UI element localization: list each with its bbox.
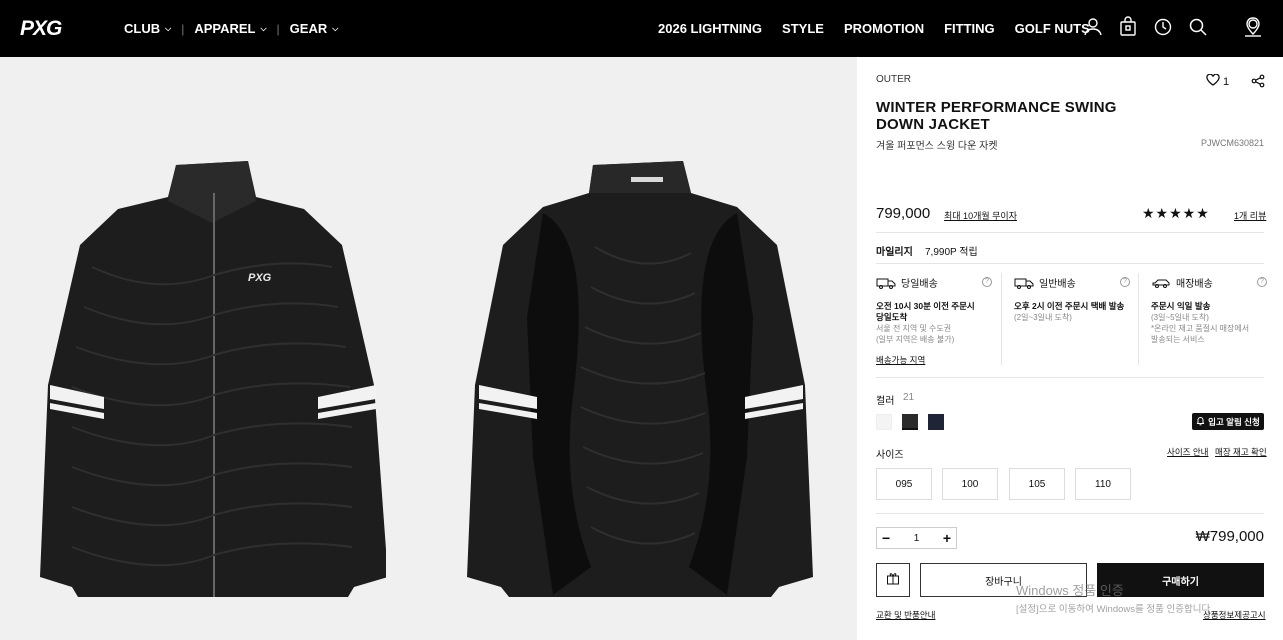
size-label: 사이즈	[876, 450, 904, 461]
nav-2026-lightning[interactable]: 2026 LIGHTNING	[658, 21, 762, 36]
color-count: 21	[903, 392, 915, 403]
shipping-condition: 오전 10시 30분 이전 주문시 당일도착	[876, 301, 975, 322]
truck-icon	[1014, 277, 1034, 289]
nav-promotion[interactable]: PROMOTION	[844, 21, 924, 36]
shipping-title: 일반배송	[1039, 279, 1076, 290]
shipping-note: (2일~3일내 도착)	[1014, 313, 1072, 322]
chevron-down-icon: ⌵	[165, 24, 172, 33]
size-option[interactable]: 095	[876, 468, 932, 500]
nav-divider: |	[181, 21, 185, 36]
color-label: 컬러	[876, 396, 895, 407]
color-swatch-white[interactable]	[876, 414, 892, 430]
color-swatch-black[interactable]	[902, 414, 918, 430]
shipping-note: (3일~5일내 도착) *온라인 재고 품절시 매장에서 발송되는 서비스	[1151, 313, 1250, 344]
nav-divider: |	[276, 21, 280, 36]
nav-club[interactable]: CLUB ⌵	[124, 21, 171, 36]
installment-link[interactable]: 최대 10개월 무이자	[944, 209, 1017, 222]
nav-apparel-label: APPAREL	[194, 21, 256, 36]
add-to-cart-button[interactable]: 장바구니	[920, 563, 1087, 597]
user-icon[interactable]	[1083, 16, 1103, 38]
shipping-title: 매장배송	[1176, 279, 1213, 290]
quantity-value[interactable]: 1	[914, 533, 920, 544]
shipping-note: 서울 전 지역 및 수도권 (일부 지역은 배송 불가)	[876, 324, 955, 344]
like-count: 1	[1223, 75, 1230, 88]
quantity-stepper: − 1 +	[876, 527, 957, 549]
nav-golf-nuts[interactable]: GOLF NUTS	[1015, 21, 1090, 36]
shipping-title: 당일배송	[901, 279, 938, 290]
size-option[interactable]: 105	[1009, 468, 1065, 500]
mileage-value: 7,990P 적립	[925, 247, 978, 258]
divider	[1001, 273, 1002, 365]
shipping-option-store: 매장배송 ? 주문시 익일 발송 (3일~5일내 도착) *온라인 재고 품절시…	[1151, 275, 1281, 367]
product-gallery: PXG	[0, 57, 857, 640]
search-icon[interactable]	[1188, 16, 1208, 38]
help-icon[interactable]: ?	[1120, 277, 1130, 287]
divider	[876, 232, 1264, 233]
bag-icon[interactable]	[1118, 16, 1138, 38]
color-swatch-navy[interactable]	[928, 414, 944, 430]
like-button[interactable]: 1	[1206, 73, 1230, 89]
help-icon[interactable]: ?	[1257, 277, 1267, 287]
buy-now-button[interactable]: 구매하기	[1097, 563, 1264, 597]
product-price: 799,000	[876, 205, 931, 222]
product-info-panel: OUTER 1 WINTER PERFORMANCE SWING DOWN JA…	[857, 57, 1283, 640]
store-locator-icon[interactable]	[1243, 16, 1263, 38]
mileage-label: 마일리지	[876, 247, 913, 258]
primary-nav: CLUB ⌵ | APPAREL ⌵ | GEAR ⌵	[124, 21, 338, 36]
svg-text:PXG: PXG	[248, 272, 272, 284]
divider	[876, 377, 1264, 378]
rating-stars: ★★★★★	[1142, 205, 1210, 221]
restock-label: 입고 알림 신청	[1208, 416, 1260, 427]
heart-icon	[1206, 73, 1220, 89]
truck-icon	[876, 277, 896, 289]
bell-icon	[1196, 416, 1205, 428]
nav-fitting[interactable]: FITTING	[944, 21, 995, 36]
history-icon[interactable]	[1153, 16, 1173, 38]
chevron-down-icon: ⌵	[260, 24, 267, 33]
restock-alert-button[interactable]: 입고 알림 신청	[1192, 413, 1264, 430]
size-option[interactable]: 100	[942, 468, 998, 500]
store-stock-link[interactable]: 매장 재고 확인	[1215, 446, 1267, 458]
gift-icon	[886, 571, 900, 590]
nav-style[interactable]: STYLE	[782, 21, 824, 36]
exchange-return-link[interactable]: 교환 및 반품안내	[876, 609, 935, 621]
plus-button[interactable]: +	[943, 530, 951, 546]
svg-text:PXG: PXG	[20, 17, 62, 40]
product-code: PJWCM630821	[1200, 138, 1264, 148]
gift-button[interactable]	[876, 563, 910, 597]
divider	[876, 513, 1264, 514]
shipping-condition: 오후 2시 이전 주문시 택배 발송	[1014, 301, 1125, 311]
secondary-nav: 2026 LIGHTNING STYLE PROMOTION FITTING G…	[658, 21, 1090, 36]
nav-gear-label: GEAR	[289, 21, 328, 36]
size-option[interactable]: 110	[1075, 468, 1131, 500]
review-count-link[interactable]: 1개 리뷰	[1234, 209, 1266, 222]
share-icon[interactable]	[1251, 74, 1265, 88]
jacket-back-image[interactable]	[465, 157, 815, 600]
shipping-condition: 주문시 익일 발송	[1151, 301, 1211, 311]
divider	[1138, 273, 1139, 365]
shipping-option-standard: 일반배송 ? 오후 2시 이전 주문시 택배 발송 (2일~3일내 도착)	[1014, 275, 1144, 367]
minus-button[interactable]: −	[882, 530, 890, 546]
size-guide-link[interactable]: 사이즈 안내	[1167, 446, 1208, 458]
total-price: ₩799,000	[1195, 528, 1264, 545]
pxg-logo[interactable]: PXG	[18, 14, 72, 42]
top-navigation-bar: PXG CLUB ⌵ | APPAREL ⌵ | GEAR ⌵ 2026 LIGHTN…	[0, 0, 1283, 57]
product-subtitle: 겨울 퍼포먼스 스윙 다운 자켓	[876, 141, 998, 152]
divider	[876, 263, 1264, 264]
product-notice-link[interactable]: 상품정보제공고시	[1203, 609, 1266, 621]
car-icon	[1151, 277, 1171, 289]
utility-icons	[1083, 16, 1263, 38]
product-title: WINTER PERFORMANCE SWING DOWN JACKET	[876, 99, 1117, 133]
shipping-area-link[interactable]: 배송가능 지역	[876, 354, 925, 366]
chevron-down-icon: ⌵	[332, 24, 339, 33]
nav-club-label: CLUB	[124, 21, 161, 36]
jacket-front-image[interactable]: PXG	[36, 157, 386, 600]
nav-apparel[interactable]: APPAREL ⌵	[194, 21, 266, 36]
product-category: OUTER	[876, 74, 911, 85]
help-icon[interactable]: ?	[982, 277, 992, 287]
nav-gear[interactable]: GEAR ⌵	[290, 21, 339, 36]
